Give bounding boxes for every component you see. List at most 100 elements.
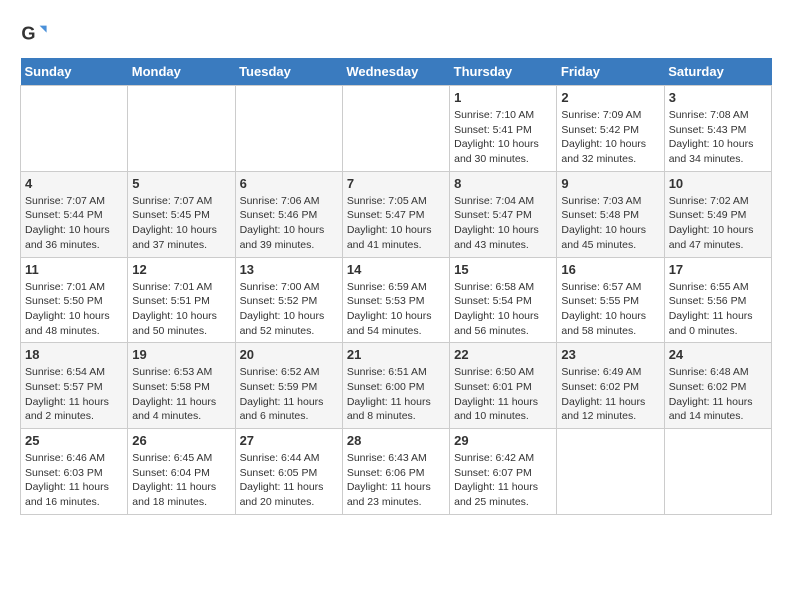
day-number: 2 (561, 90, 659, 105)
calendar-cell: 17 Sunrise: 6:55 AM Sunset: 5:56 PM Dayli… (664, 257, 771, 343)
day-info: Sunrise: 6:53 AM Sunset: 5:58 PM Dayligh… (132, 365, 230, 424)
day-info: Sunrise: 7:09 AM Sunset: 5:42 PM Dayligh… (561, 108, 659, 167)
week-row-1: 1 Sunrise: 7:10 AM Sunset: 5:41 PM Daylig… (21, 86, 772, 172)
day-number: 20 (240, 347, 338, 362)
day-info: Sunrise: 6:45 AM Sunset: 6:04 PM Dayligh… (132, 451, 230, 510)
calendar-table: SundayMondayTuesdayWednesdayThursdayFrid… (20, 58, 772, 515)
day-info: Sunrise: 6:58 AM Sunset: 5:54 PM Dayligh… (454, 280, 552, 339)
day-number: 13 (240, 262, 338, 277)
calendar-cell (342, 86, 449, 172)
day-header-monday: Monday (128, 58, 235, 86)
calendar-cell: 16 Sunrise: 6:57 AM Sunset: 5:55 PM Dayli… (557, 257, 664, 343)
day-number: 29 (454, 433, 552, 448)
day-info: Sunrise: 6:49 AM Sunset: 6:02 PM Dayligh… (561, 365, 659, 424)
day-info: Sunrise: 6:50 AM Sunset: 6:01 PM Dayligh… (454, 365, 552, 424)
calendar-cell: 21 Sunrise: 6:51 AM Sunset: 6:00 PM Dayli… (342, 343, 449, 429)
day-info: Sunrise: 6:43 AM Sunset: 6:06 PM Dayligh… (347, 451, 445, 510)
day-number: 15 (454, 262, 552, 277)
day-info: Sunrise: 6:54 AM Sunset: 5:57 PM Dayligh… (25, 365, 123, 424)
day-info: Sunrise: 6:46 AM Sunset: 6:03 PM Dayligh… (25, 451, 123, 510)
calendar-cell: 12 Sunrise: 7:01 AM Sunset: 5:51 PM Dayli… (128, 257, 235, 343)
day-info: Sunrise: 6:55 AM Sunset: 5:56 PM Dayligh… (669, 280, 767, 339)
day-number: 4 (25, 176, 123, 191)
day-info: Sunrise: 7:02 AM Sunset: 5:49 PM Dayligh… (669, 194, 767, 253)
calendar-cell (557, 429, 664, 515)
day-info: Sunrise: 7:00 AM Sunset: 5:52 PM Dayligh… (240, 280, 338, 339)
day-number: 18 (25, 347, 123, 362)
day-info: Sunrise: 6:59 AM Sunset: 5:53 PM Dayligh… (347, 280, 445, 339)
day-info: Sunrise: 7:10 AM Sunset: 5:41 PM Dayligh… (454, 108, 552, 167)
week-row-3: 11 Sunrise: 7:01 AM Sunset: 5:50 PM Dayli… (21, 257, 772, 343)
calendar-cell: 20 Sunrise: 6:52 AM Sunset: 5:59 PM Dayli… (235, 343, 342, 429)
day-info: Sunrise: 7:01 AM Sunset: 5:51 PM Dayligh… (132, 280, 230, 339)
calendar-cell: 14 Sunrise: 6:59 AM Sunset: 5:53 PM Dayli… (342, 257, 449, 343)
day-header-thursday: Thursday (450, 58, 557, 86)
calendar-cell: 5 Sunrise: 7:07 AM Sunset: 5:45 PM Daylig… (128, 171, 235, 257)
calendar-cell: 24 Sunrise: 6:48 AM Sunset: 6:02 PM Dayli… (664, 343, 771, 429)
day-number: 16 (561, 262, 659, 277)
calendar-cell: 7 Sunrise: 7:05 AM Sunset: 5:47 PM Daylig… (342, 171, 449, 257)
day-number: 27 (240, 433, 338, 448)
calendar-cell: 3 Sunrise: 7:08 AM Sunset: 5:43 PM Daylig… (664, 86, 771, 172)
day-number: 9 (561, 176, 659, 191)
day-number: 17 (669, 262, 767, 277)
logo: G (20, 20, 52, 48)
day-number: 21 (347, 347, 445, 362)
day-number: 7 (347, 176, 445, 191)
day-header-friday: Friday (557, 58, 664, 86)
calendar-cell (664, 429, 771, 515)
day-number: 22 (454, 347, 552, 362)
day-info: Sunrise: 7:07 AM Sunset: 5:45 PM Dayligh… (132, 194, 230, 253)
calendar-cell: 26 Sunrise: 6:45 AM Sunset: 6:04 PM Dayli… (128, 429, 235, 515)
week-row-4: 18 Sunrise: 6:54 AM Sunset: 5:57 PM Dayli… (21, 343, 772, 429)
day-info: Sunrise: 6:51 AM Sunset: 6:00 PM Dayligh… (347, 365, 445, 424)
day-number: 14 (347, 262, 445, 277)
day-info: Sunrise: 7:07 AM Sunset: 5:44 PM Dayligh… (25, 194, 123, 253)
calendar-cell: 8 Sunrise: 7:04 AM Sunset: 5:47 PM Daylig… (450, 171, 557, 257)
day-info: Sunrise: 6:42 AM Sunset: 6:07 PM Dayligh… (454, 451, 552, 510)
day-number: 19 (132, 347, 230, 362)
calendar-cell: 1 Sunrise: 7:10 AM Sunset: 5:41 PM Daylig… (450, 86, 557, 172)
calendar-cell (21, 86, 128, 172)
week-row-2: 4 Sunrise: 7:07 AM Sunset: 5:44 PM Daylig… (21, 171, 772, 257)
day-header-tuesday: Tuesday (235, 58, 342, 86)
day-number: 3 (669, 90, 767, 105)
calendar-cell: 28Sunrise: 6:43 AM Sunset: 6:06 PM Dayli… (342, 429, 449, 515)
day-header-saturday: Saturday (664, 58, 771, 86)
day-number: 12 (132, 262, 230, 277)
day-info: Sunrise: 7:05 AM Sunset: 5:47 PM Dayligh… (347, 194, 445, 253)
calendar-cell: 10 Sunrise: 7:02 AM Sunset: 5:49 PM Dayli… (664, 171, 771, 257)
day-number: 10 (669, 176, 767, 191)
day-number: 1 (454, 90, 552, 105)
calendar-cell: 18 Sunrise: 6:54 AM Sunset: 5:57 PM Dayli… (21, 343, 128, 429)
page-header: G (20, 20, 772, 48)
day-info: Sunrise: 7:03 AM Sunset: 5:48 PM Dayligh… (561, 194, 659, 253)
day-number: 5 (132, 176, 230, 191)
calendar-cell: 15 Sunrise: 6:58 AM Sunset: 5:54 PM Dayli… (450, 257, 557, 343)
day-info: Sunrise: 7:01 AM Sunset: 5:50 PM Dayligh… (25, 280, 123, 339)
day-number: 6 (240, 176, 338, 191)
day-info: Sunrise: 6:44 AM Sunset: 6:05 PM Dayligh… (240, 451, 338, 510)
calendar-cell: 25 Sunrise: 6:46 AM Sunset: 6:03 PM Dayli… (21, 429, 128, 515)
calendar-cell: 27 Sunrise: 6:44 AM Sunset: 6:05 PM Dayli… (235, 429, 342, 515)
day-info: Sunrise: 7:08 AM Sunset: 5:43 PM Dayligh… (669, 108, 767, 167)
day-header-sunday: Sunday (21, 58, 128, 86)
calendar-cell: 19 Sunrise: 6:53 AM Sunset: 5:58 PM Dayli… (128, 343, 235, 429)
day-info: Sunrise: 6:48 AM Sunset: 6:02 PM Dayligh… (669, 365, 767, 424)
day-number: 25 (25, 433, 123, 448)
day-number: 8 (454, 176, 552, 191)
day-number: 26 (132, 433, 230, 448)
calendar-cell: 29 Sunrise: 6:42 AM Sunset: 6:07 PM Dayli… (450, 429, 557, 515)
week-row-5: 25 Sunrise: 6:46 AM Sunset: 6:03 PM Dayli… (21, 429, 772, 515)
calendar-cell: 23 Sunrise: 6:49 AM Sunset: 6:02 PM Dayli… (557, 343, 664, 429)
day-info: Sunrise: 6:52 AM Sunset: 5:59 PM Dayligh… (240, 365, 338, 424)
logo-icon: G (20, 20, 48, 48)
day-number: 24 (669, 347, 767, 362)
days-header-row: SundayMondayTuesdayWednesdayThursdayFrid… (21, 58, 772, 86)
calendar-cell: 2 Sunrise: 7:09 AM Sunset: 5:42 PM Daylig… (557, 86, 664, 172)
day-number: 23 (561, 347, 659, 362)
day-info: Sunrise: 7:04 AM Sunset: 5:47 PM Dayligh… (454, 194, 552, 253)
day-info: Sunrise: 6:57 AM Sunset: 5:55 PM Dayligh… (561, 280, 659, 339)
day-number: 11 (25, 262, 123, 277)
calendar-cell: 4 Sunrise: 7:07 AM Sunset: 5:44 PM Daylig… (21, 171, 128, 257)
